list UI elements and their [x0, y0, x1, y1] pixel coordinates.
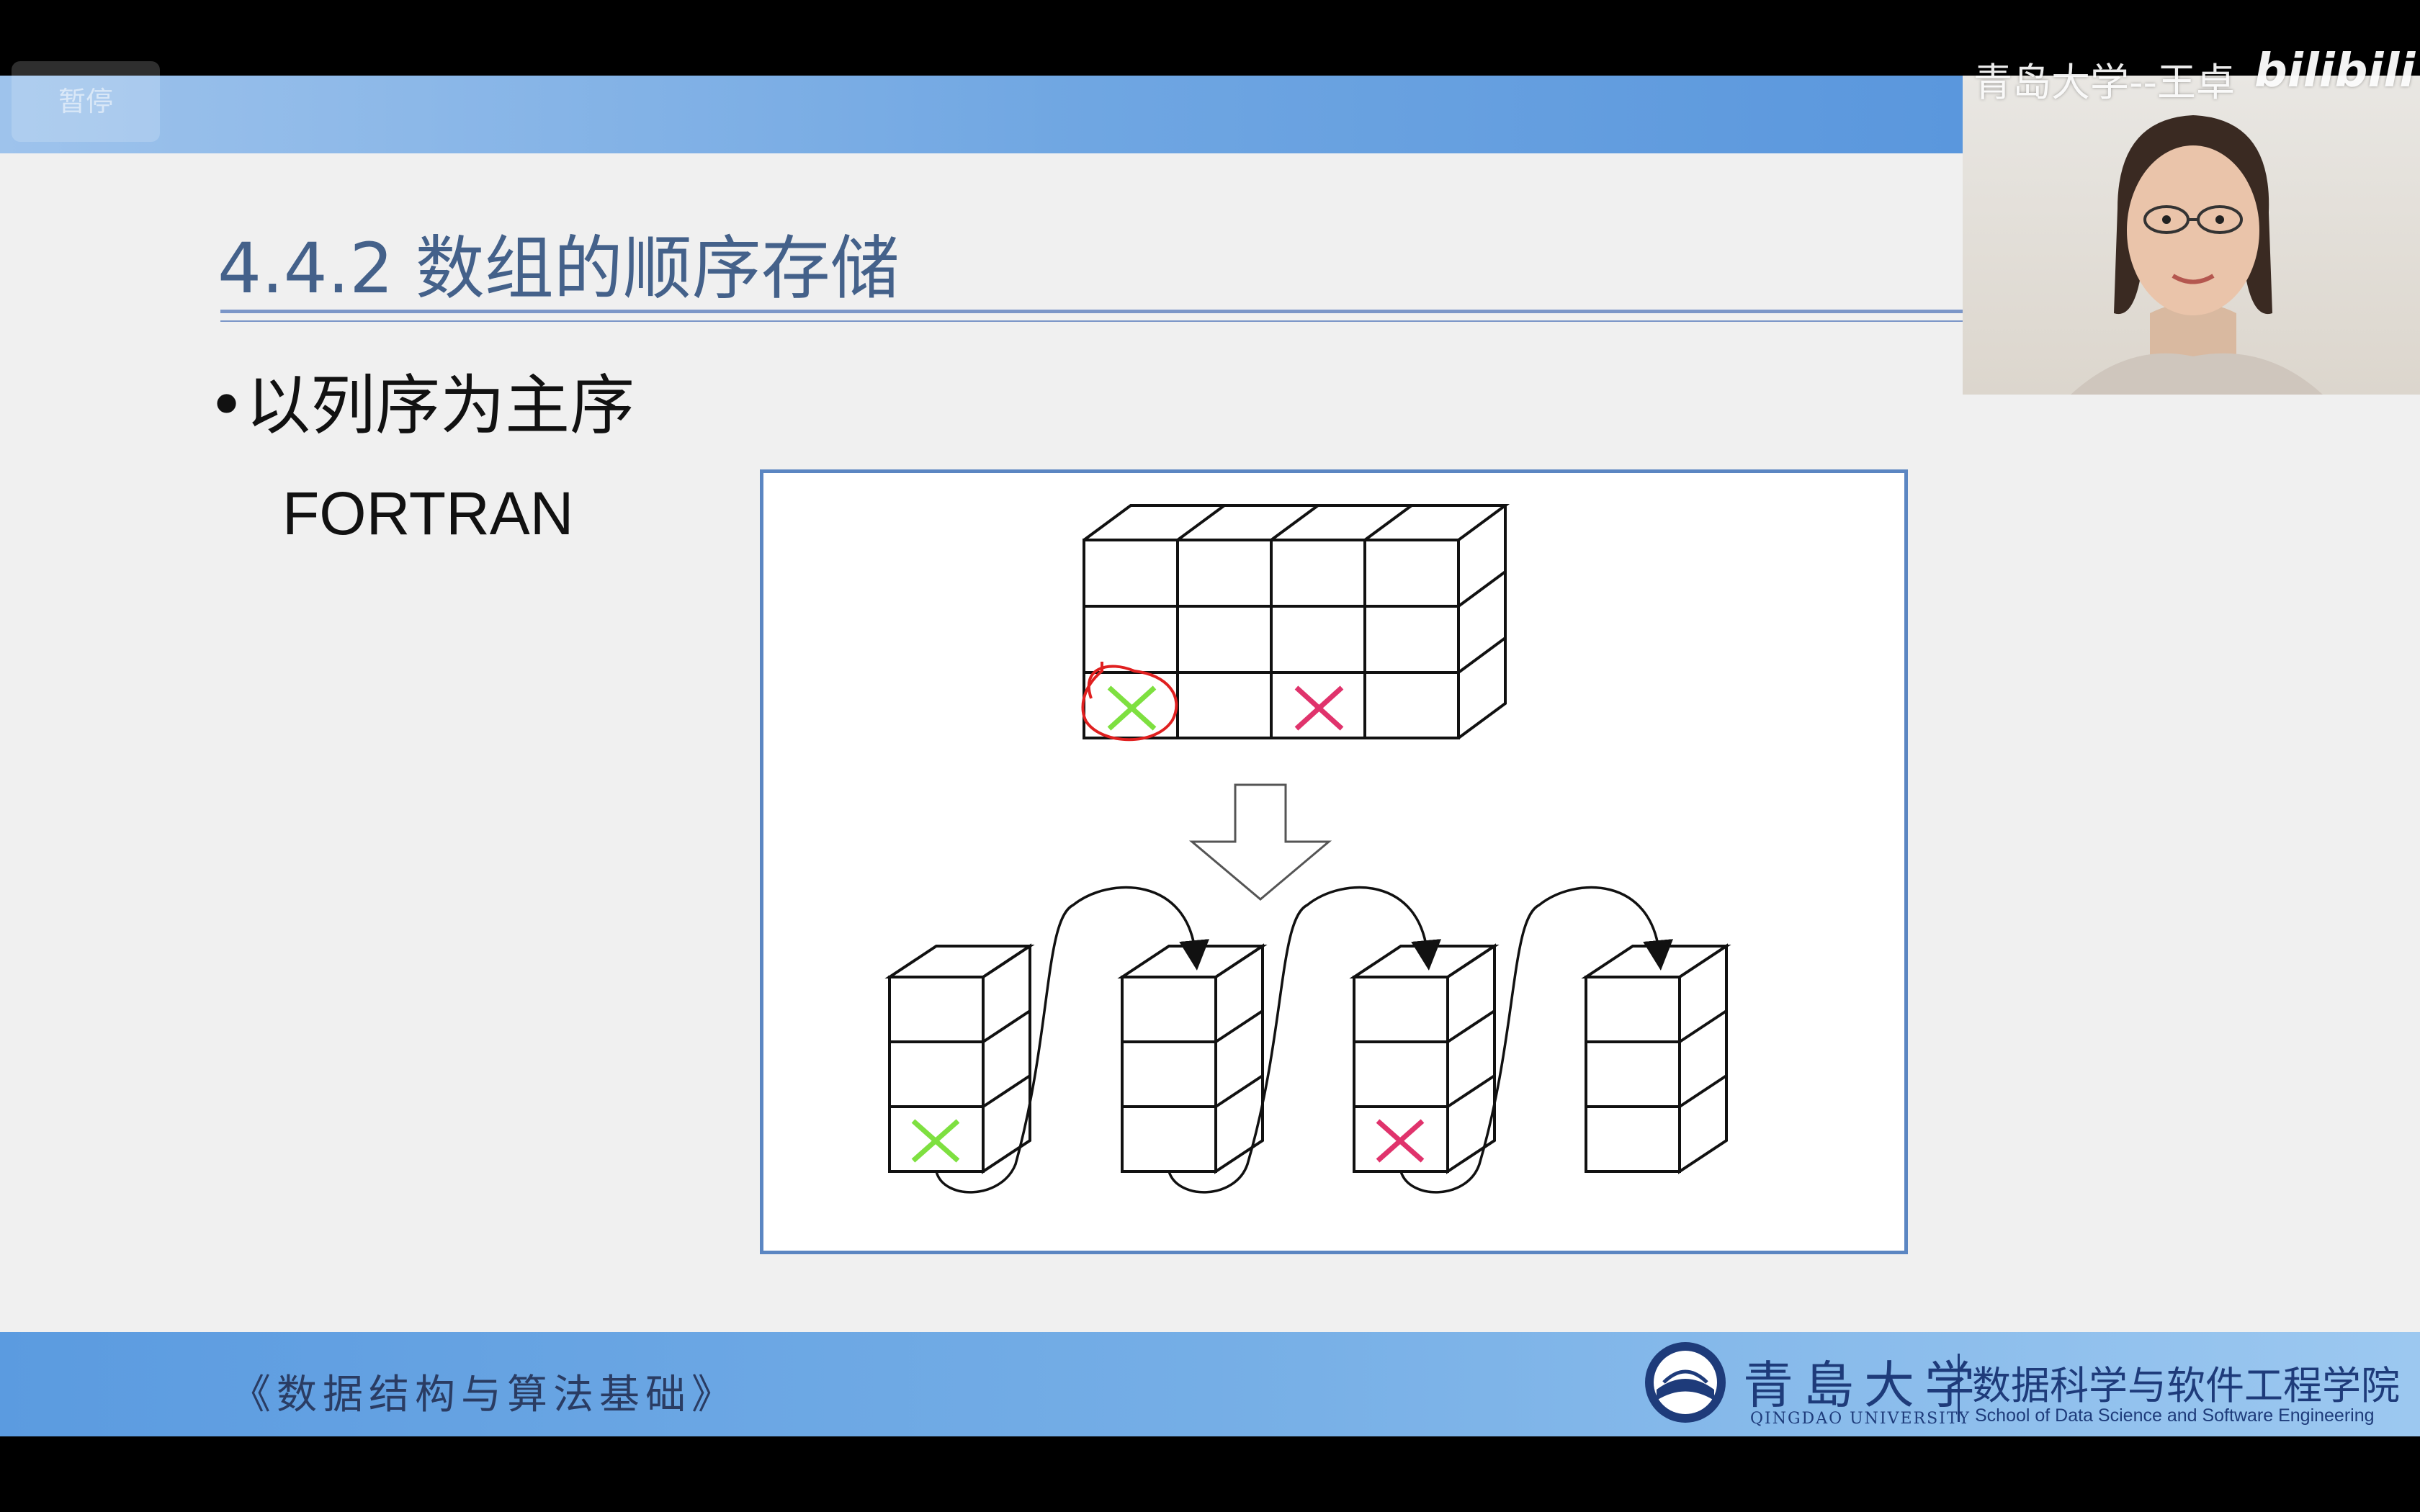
webcam-overlay — [1963, 76, 2420, 395]
slide-title: 4.4.2 数组的顺序存储 — [218, 228, 900, 309]
bullet-text: •以列序为主序 — [207, 368, 635, 444]
presenter-avatar — [2071, 115, 2323, 395]
column-4 — [1581, 943, 1731, 1174]
university-name-cn: 青島大学 — [1743, 1356, 1985, 1415]
school-name-en: School of Data Science and Software Engi… — [1975, 1405, 2375, 1426]
school-name-cn: 数据科学与软件工程学院 — [1972, 1363, 2400, 1408]
diagram-canvas — [884, 504, 1731, 1194]
column-2 — [1117, 943, 1268, 1174]
matrix-3d — [1083, 504, 1510, 739]
language-label: FORTRAN — [282, 480, 574, 547]
channel-watermark: 青岛大学--王卓 — [1973, 60, 2235, 105]
down-arrow — [1188, 783, 1332, 901]
column-major-diagram — [760, 469, 1908, 1254]
column-1 — [884, 943, 1035, 1174]
title-underline — [220, 310, 1963, 313]
footer-divider — [1958, 1354, 1960, 1422]
slide-footer-band: 《数据结构与算法基础》 青島大学 QINGDAO UNIVERSITY 数据科学… — [0, 1332, 2420, 1436]
column-stacks — [884, 943, 1731, 1174]
sequence-arrows — [935, 886, 1673, 1194]
university-name-en: QINGDAO UNIVERSITY — [1750, 1410, 1971, 1428]
university-logo-icon — [1645, 1342, 1726, 1423]
course-title: 《数据结构与算法基础》 — [230, 1372, 738, 1418]
pause-indicator[interactable]: 暂停 — [12, 61, 160, 142]
bilibili-logo: bilibili — [2254, 45, 2416, 98]
column-3 — [1349, 943, 1500, 1174]
title-underline-thin — [220, 320, 1963, 322]
